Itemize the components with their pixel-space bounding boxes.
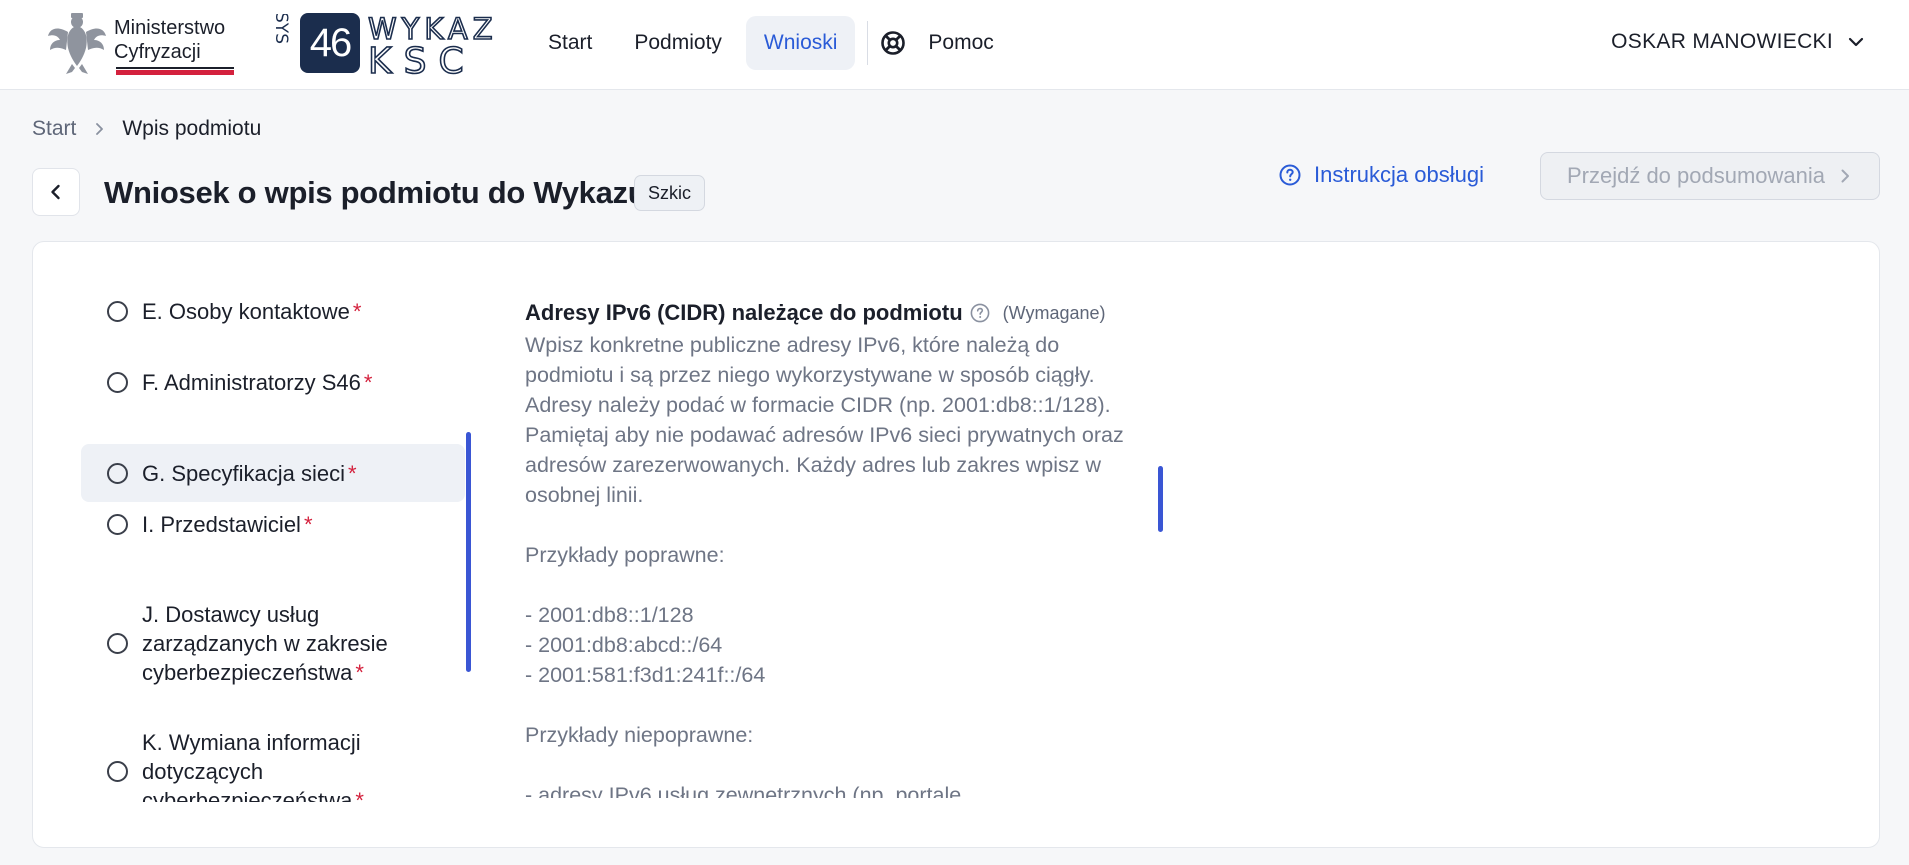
instruction-link[interactable]: Instrukcja obsługi [1278, 160, 1484, 190]
help-link[interactable]: Pomoc [880, 16, 994, 70]
breadcrumb: Start Wpis podmiotu [32, 117, 261, 141]
nav-item-start[interactable]: Start [530, 16, 610, 70]
step-label: K. Wymiana informacji dotyczących cyberb… [142, 728, 364, 803]
nav-divider [867, 21, 869, 65]
steps-scrollbar[interactable] [466, 432, 471, 672]
description-line: - 2001:581:f3d1:241f::/64 [525, 663, 766, 687]
step-radio[interactable] [107, 462, 128, 484]
required-mark: * [355, 659, 364, 685]
description-line: - adresy IPv6 usług zewnętrznych (np. po… [525, 783, 962, 798]
step-label-line: zarządzanych w zakresie [142, 630, 388, 656]
description-line: Przykłady niepoprawne: [525, 723, 754, 747]
breadcrumb-current: Wpis podmiotu [122, 117, 262, 140]
field-header: Adresy IPv6 (CIDR) należące do podmiotu … [525, 298, 1195, 328]
step-label: J. Dostawcy usług zarządzanych w zakresi… [142, 600, 388, 687]
step-e[interactable]: E. Osoby kontaktowe * [81, 286, 465, 336]
nav-item-podmioty[interactable]: Podmioty [616, 16, 740, 70]
status-badge: Szkic [634, 175, 706, 211]
required-mark: * [355, 787, 364, 803]
step-radio[interactable] [107, 371, 128, 393]
question-circle-icon[interactable] [969, 302, 991, 324]
required-mark: * [352, 298, 362, 324]
required-label: (Wymagane) [1002, 302, 1106, 323]
chevron-down-icon [1848, 37, 1864, 47]
step-label: E. Osoby kontaktowe * [142, 298, 362, 324]
description-line [525, 510, 1195, 540]
ministry-name-line2: Cyfryzacji [114, 41, 201, 63]
nav-item-wnioski[interactable]: Wnioski [745, 16, 856, 70]
step-j[interactable]: J. Dostawcy usług zarządzanych w zakresi… [81, 598, 465, 688]
chevron-right-icon [96, 123, 104, 135]
help-label: Pomoc [928, 31, 994, 54]
required-mark: * [347, 460, 357, 486]
app-logo-sys-text: SYS [271, 14, 291, 44]
go-to-summary-button[interactable]: Przejdź do podsumowania [1540, 152, 1880, 200]
ipv6-field: Adresy IPv6 (CIDR) należące do podmiotu … [525, 298, 1195, 798]
app-logo-wordmark: WYKAZ KSC [368, 12, 493, 76]
step-label-line: dotyczących [142, 758, 264, 784]
ministry-logo-divider [116, 67, 234, 69]
page-title: Wniosek o wpis podmiotu do Wykazu [104, 175, 647, 210]
description-line: - 2001:db8:abcd::/64 [525, 633, 723, 657]
back-button[interactable] [32, 168, 80, 216]
ministry-logo-red-bar [116, 70, 234, 75]
ministry-name-line1: Ministerstwo [114, 17, 226, 39]
step-k[interactable]: K. Wymiana informacji dotyczących cyberb… [81, 726, 465, 802]
description-line: Wpisz konkretne publiczne adresy IPv6, k… [525, 333, 1060, 357]
chevron-right-icon [1841, 169, 1850, 183]
step-label-line: J. Dostawcy usług [142, 601, 320, 627]
step-radio[interactable] [107, 632, 128, 654]
main-nav: Start Podmioty Wnioski Pomoc [530, 16, 994, 70]
description-line: Przykłady poprawne: [525, 543, 725, 567]
ministry-logo[interactable]: Ministerstwo Cyfryzacji [46, 10, 236, 80]
form-card: E. Osoby kontaktowe * F. Administratorzy … [32, 241, 1880, 848]
svg-text:SYS: SYS [271, 14, 291, 44]
description-line: Adresy należy podać w formacie CIDR (np.… [525, 393, 1111, 417]
step-g[interactable]: G. Specyfikacja sieci * [81, 444, 465, 502]
step-i[interactable]: I. Przedstawiciel * [81, 499, 465, 549]
app-logo-number: 46 [300, 13, 360, 73]
steps-list[interactable]: E. Osoby kontaktowe * F. Administratorzy … [81, 242, 471, 802]
ministry-name: Ministerstwo Cyfryzacji [114, 16, 225, 64]
description-line: - 2001:db8::1/128 [525, 603, 694, 627]
question-circle-icon [1279, 164, 1301, 186]
step-radio[interactable] [107, 300, 128, 322]
instruction-label: Instrukcja obsługi [1314, 162, 1484, 187]
step-label: F. Administratorzy S46 * [142, 369, 373, 395]
top-navigation-bar: Ministerstwo Cyfryzacji SYS 46 WYKAZ KSC… [0, 0, 1909, 90]
description-line [525, 750, 1195, 780]
eagle-emblem-icon [48, 13, 106, 74]
required-mark: * [303, 511, 313, 537]
step-label: I. Przedstawiciel * [142, 511, 313, 537]
step-label-line: cyberbezpieczeństwa [142, 659, 353, 685]
user-menu[interactable]: OSKAR MANOWIECKI [1611, 30, 1867, 54]
description-line [525, 570, 1195, 600]
required-mark: * [363, 369, 373, 395]
step-radio[interactable] [107, 513, 128, 535]
step-radio[interactable] [107, 760, 128, 782]
user-name: OSKAR MANOWIECKI [1611, 30, 1833, 53]
lifebuoy-icon [881, 31, 906, 55]
chevron-left-icon [51, 184, 60, 200]
summary-button-label: Przejdź do podsumowania [1566, 163, 1826, 188]
app-logo[interactable]: SYS 46 WYKAZ KSC [270, 10, 520, 76]
description-line: Pamiętaj aby nie podawać adresów IPv6 si… [525, 423, 1124, 447]
description-line [525, 690, 1195, 720]
description-scrollbar[interactable] [1158, 466, 1163, 532]
field-title: Adresy IPv6 (CIDR) należące do podmiotu [525, 300, 963, 325]
description-line: adresów zarezerwowanych. Każdy adres lub… [525, 453, 1101, 477]
breadcrumb-start[interactable]: Start [32, 117, 76, 141]
step-label-line: cyberbezpieczeństwa [142, 787, 353, 803]
description-line: podmiotu i są przez niego wykorzystywane… [525, 363, 1095, 387]
app-logo-word2: KSC [368, 41, 476, 76]
description-line: osobnej linii. [525, 483, 644, 507]
step-f[interactable]: F. Administratorzy S46 * [81, 357, 465, 407]
step-label: G. Specyfikacja sieci * [142, 460, 357, 486]
step-label-line: K. Wymiana informacji [142, 729, 361, 755]
field-description: Wpisz konkretne publiczne adresy IPv6, k… [525, 330, 1195, 798]
